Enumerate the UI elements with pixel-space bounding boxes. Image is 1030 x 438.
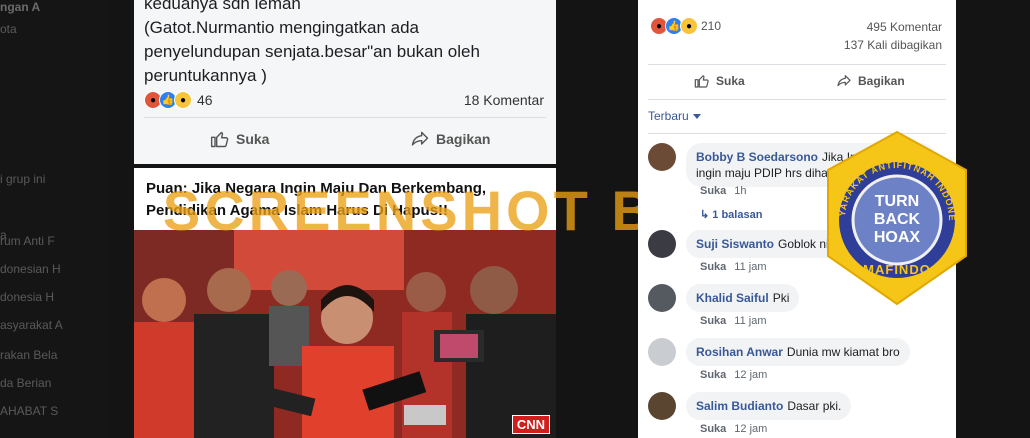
- comment-like-link[interactable]: Suka: [700, 369, 726, 381]
- reaction-count: 210: [701, 19, 722, 33]
- commenter-name[interactable]: Bobby B Soedarsono: [696, 150, 818, 164]
- avatar[interactable]: [648, 143, 676, 171]
- comment-bubble: Khalid Saiful Pki: [686, 284, 800, 312]
- post-text-line: (Gatot.Nurmantio mengingatkan ada: [144, 18, 419, 37]
- comment-like-link[interactable]: Suka: [700, 185, 726, 197]
- post-reactions[interactable]: ● 👍 ● 46: [144, 91, 213, 109]
- wow-reaction-icon: ●: [680, 17, 698, 35]
- comment-time[interactable]: 11 jam: [734, 315, 766, 327]
- commenter-name[interactable]: Khalid Saiful: [696, 291, 769, 305]
- sidebar-item[interactable]: ota: [0, 22, 17, 36]
- comment-like-link[interactable]: Suka: [700, 315, 726, 327]
- comment-meta: Suka 12 jam: [700, 423, 775, 435]
- comment-time[interactable]: 12 jam: [734, 369, 767, 381]
- caption-line: Puan: Jika Negara Ingin Maju Dan Berkemb…: [146, 180, 487, 197]
- share-label: Bagikan: [436, 131, 491, 147]
- like-button[interactable]: Suka: [694, 73, 745, 89]
- like-label: Suka: [236, 131, 270, 147]
- left-sidebar: ngan Aota i grup ini a rum Anti Fdonesian H…: [0, 0, 110, 438]
- comment-meta: Suka 11 jam: [700, 315, 775, 327]
- avatar[interactable]: [648, 392, 676, 420]
- sidebar-item[interactable]: donesian H: [0, 262, 61, 276]
- shared-photo[interactable]: Puan: Jika Negara Ingin Maju Dan Berkemb…: [134, 168, 556, 438]
- comment-like-link[interactable]: Suka: [700, 423, 726, 435]
- sort-dropdown[interactable]: Terbaru: [648, 109, 701, 123]
- badge-back: BACK: [874, 211, 921, 228]
- turnbackhoax-mafindo-badge: MASYARAKAT ANTIFITNAH INDONESIA TURN BAC…: [820, 128, 967, 306]
- comment-text: Pki: [772, 291, 790, 305]
- share-button[interactable]: Bagikan: [410, 129, 490, 149]
- post-card: keduanya sdh leman (Gatot.Nurmantio meng…: [134, 0, 556, 164]
- caption-line: Pendidikan Agama Islam Harus Di Hapus!!: [146, 202, 449, 219]
- post-text-line: peruntukannya ): [144, 66, 267, 85]
- post-text: keduanya sdh leman (Gatot.Nurmantio meng…: [144, 0, 544, 88]
- comment-item: Salim Budianto Dasar pki. Suka 12 jam: [648, 392, 948, 438]
- divider: [648, 99, 946, 100]
- sort-label: Terbaru: [648, 109, 689, 123]
- sidebar-item[interactable]: da Berian: [0, 376, 51, 390]
- comment-meta: Suka 11 jam: [700, 261, 775, 273]
- share-icon: [837, 75, 851, 87]
- avatar[interactable]: [648, 230, 676, 258]
- post-reactions[interactable]: ● 👍 ● 210: [650, 17, 721, 35]
- comment-text: Dasar pki.: [787, 399, 842, 413]
- divider: [144, 117, 546, 118]
- avatar[interactable]: [648, 284, 676, 312]
- sidebar-item[interactable]: asyarakat A: [0, 318, 63, 332]
- comment-text: Dunia mw kiamat bro: [786, 345, 900, 359]
- sidebar-item[interactable]: donesia H: [0, 290, 54, 304]
- commenter-name[interactable]: Salim Budianto: [696, 399, 783, 413]
- wow-reaction-icon: ●: [174, 91, 192, 109]
- post-text-line: penyelundupan senjata.besar"an bukan ole…: [144, 42, 480, 61]
- sidebar-item[interactable]: rakan Bela: [0, 348, 57, 362]
- cnn-logo: CNN: [511, 415, 550, 434]
- share-icon: [411, 131, 429, 146]
- sidebar-item[interactable]: AHABAT S: [0, 404, 58, 418]
- badge-turn: TURN: [875, 193, 919, 210]
- sidebar-item[interactable]: rum Anti F: [0, 234, 55, 248]
- thumbs-up-icon: [694, 75, 709, 88]
- reaction-count: 46: [197, 92, 213, 108]
- avatar[interactable]: [648, 338, 676, 366]
- thumbs-up-icon: [210, 131, 229, 148]
- comment-bubble: Salim Budianto Dasar pki.: [686, 392, 852, 420]
- comment-count-link[interactable]: 18 Komentar: [464, 92, 544, 108]
- comment-time[interactable]: 12 jam: [734, 423, 767, 435]
- photo-caption: Puan: Jika Negara Ingin Maju Dan Berkemb…: [134, 168, 556, 230]
- like-button[interactable]: Suka: [210, 129, 269, 149]
- comment-meta: Suka 12 jam: [700, 369, 775, 381]
- sidebar-item[interactable]: ngan A: [0, 0, 40, 14]
- share-label: Bagikan: [858, 74, 905, 88]
- comment-meta: Suka 1h: [700, 185, 755, 197]
- divider: [648, 64, 946, 65]
- badge-mafindo: MAFINDO: [863, 262, 931, 277]
- caret-down-icon: [692, 114, 701, 120]
- share-count-link[interactable]: 137 Kali dibagikan: [844, 38, 942, 52]
- comment-time[interactable]: 1h: [734, 185, 746, 197]
- comment-item: Rosihan Anwar Dunia mw kiamat bro Suka 12 …: [648, 338, 948, 398]
- badge-hoax: HOAX: [874, 229, 921, 246]
- reply-count: 1 balasan: [712, 209, 763, 221]
- commenter-name[interactable]: Rosihan Anwar: [696, 345, 783, 359]
- comment-like-link[interactable]: Suka: [700, 261, 726, 273]
- sidebar-item[interactable]: i grup ini: [0, 172, 45, 186]
- like-label: Suka: [716, 74, 745, 88]
- comment-count-link[interactable]: 495 Komentar: [867, 20, 942, 34]
- view-replies-link[interactable]: ↳ 1 balasan: [700, 208, 762, 221]
- share-button[interactable]: Bagikan: [836, 73, 905, 89]
- commenter-name[interactable]: Suji Siswanto: [696, 237, 774, 251]
- comment-bubble: Rosihan Anwar Dunia mw kiamat bro: [686, 338, 910, 366]
- press-crowd-image: [134, 230, 556, 438]
- comment-time[interactable]: 11 jam: [734, 261, 766, 273]
- post-text-line: keduanya sdh leman: [144, 0, 301, 13]
